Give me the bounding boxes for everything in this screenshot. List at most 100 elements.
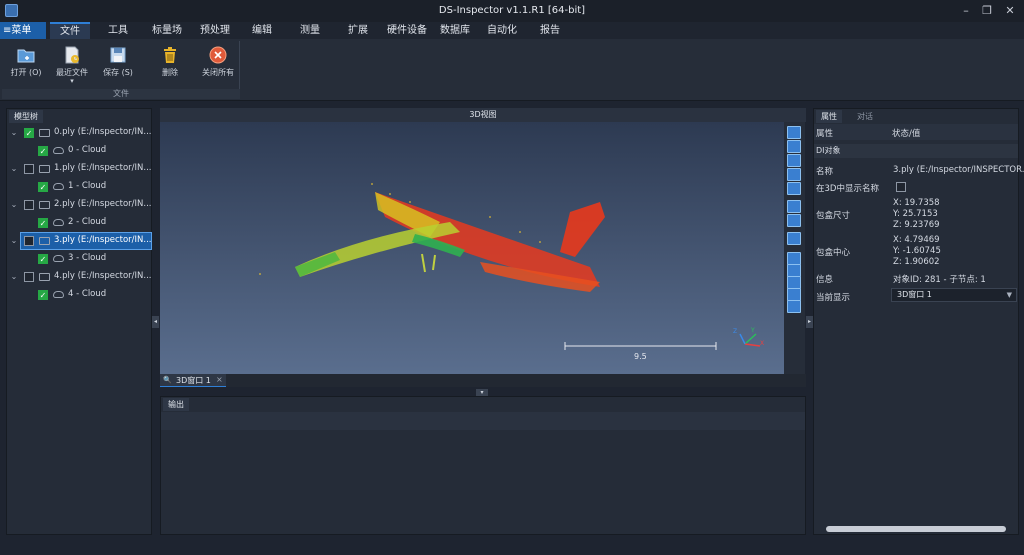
visibility-checkbox[interactable] bbox=[24, 200, 34, 210]
collapse-down-icon[interactable]: ▾ bbox=[476, 389, 488, 396]
visibility-checkbox[interactable]: ✓ bbox=[38, 290, 48, 300]
menu-extensions[interactable]: 扩展 bbox=[342, 22, 374, 39]
tree-item-file-0[interactable]: ⌄ ✓ 0.ply (E:/Inspector/IN... bbox=[7, 124, 157, 141]
trash-icon bbox=[160, 45, 180, 65]
recent-files-button[interactable]: 最近文件 ▾ bbox=[50, 43, 94, 87]
menu-database[interactable]: 数据库 bbox=[436, 22, 474, 39]
tree-item-cloud-4[interactable]: ✓ 4 - Cloud bbox=[7, 286, 157, 303]
column-property: 属性 bbox=[816, 129, 834, 139]
menu-bar: ≡菜单 文件 工具 标量场 预处理 编辑 测量 扩展 硬件设备 数据库 自动化 … bbox=[0, 22, 1024, 39]
tree-item-file-3[interactable]: ⌄ 3.ply (E:/Inspector/IN... bbox=[7, 232, 157, 250]
tree-item-cloud-0[interactable]: ✓ 0 - Cloud bbox=[7, 142, 157, 159]
visibility-checkbox[interactable]: ✓ bbox=[38, 182, 48, 192]
menu-preprocess[interactable]: 预处理 bbox=[194, 22, 236, 39]
chevron-down-icon[interactable]: ⌄ bbox=[9, 160, 19, 177]
menu-file[interactable]: 文件 bbox=[50, 22, 90, 39]
open-button[interactable]: 打开 (O) bbox=[4, 43, 48, 87]
visibility-checkbox[interactable] bbox=[24, 272, 34, 282]
collapse-right-icon[interactable]: ▸ bbox=[806, 316, 813, 328]
column-value: 状态/值 bbox=[892, 129, 921, 139]
recent-file-icon bbox=[62, 45, 82, 65]
mesh-node-icon bbox=[39, 273, 50, 281]
maximize-icon[interactable]: ❐ bbox=[979, 3, 995, 19]
tab-properties[interactable]: 属性 bbox=[816, 110, 842, 123]
tab-output[interactable]: 输出 bbox=[163, 398, 189, 411]
tab-dialog[interactable]: 对话 bbox=[852, 110, 878, 123]
tree-item-file-2[interactable]: ⌄ 2.ply (E:/Inspector/IN... bbox=[7, 196, 157, 213]
visibility-checkbox[interactable]: ✓ bbox=[38, 254, 48, 264]
pick-point-icon[interactable] bbox=[787, 232, 801, 245]
dropdown-arrow-icon: ▼ bbox=[1006, 291, 1012, 299]
show-name-checkbox[interactable] bbox=[896, 182, 906, 192]
tree-item-cloud-3[interactable]: ✓ 3 - Cloud bbox=[7, 250, 157, 267]
scale-label: 9.5 bbox=[634, 352, 647, 361]
zoom-icon[interactable] bbox=[787, 182, 801, 195]
save-button[interactable]: 保存 (S) bbox=[96, 43, 140, 87]
close-icon[interactable]: ✕ bbox=[1002, 3, 1018, 19]
tab-model-tree[interactable]: 模型树 bbox=[9, 110, 43, 123]
close-all-button[interactable]: 关闭所有 bbox=[196, 43, 240, 87]
chevron-down-icon[interactable]: ⌄ bbox=[9, 268, 19, 285]
3d-viewport[interactable]: 9.5 X Y Z bbox=[160, 122, 784, 374]
dropdown-arrow-icon: ▾ bbox=[70, 77, 74, 85]
point-cloud-render bbox=[259, 183, 761, 350]
mesh-node-icon bbox=[39, 237, 50, 245]
cloud-icon bbox=[53, 219, 64, 226]
title-bar: DS-Inspector v1.1.R1 [64-bit] – ❐ ✕ bbox=[0, 0, 1024, 22]
menu-hardware[interactable]: 硬件设备 bbox=[384, 22, 430, 39]
axis-z-label: Z bbox=[733, 328, 738, 335]
menu-automation[interactable]: 自动化 bbox=[482, 22, 522, 39]
visibility-checkbox[interactable] bbox=[24, 164, 34, 174]
main-menu-button[interactable]: ≡菜单 bbox=[0, 22, 46, 39]
ribbon-group-title: 文件 bbox=[2, 89, 240, 99]
folder-open-icon bbox=[16, 45, 36, 65]
visibility-checkbox[interactable] bbox=[24, 236, 34, 246]
chevron-down-icon[interactable]: ⌄ bbox=[9, 124, 19, 141]
view-top-icon[interactable] bbox=[787, 140, 801, 153]
output-header bbox=[161, 412, 805, 430]
menu-scalar-field[interactable]: 标量场 bbox=[146, 22, 188, 39]
axis-x-label: X bbox=[760, 340, 765, 347]
orthographic-icon[interactable] bbox=[787, 214, 801, 227]
mesh-node-icon bbox=[39, 201, 50, 209]
minimize-icon[interactable]: – bbox=[958, 3, 974, 19]
collapse-left-icon[interactable]: ◂ bbox=[152, 316, 159, 328]
cloud-icon bbox=[53, 255, 64, 262]
horizontal-scrollbar[interactable] bbox=[826, 526, 1006, 532]
view3d-title: 3D视图 bbox=[160, 108, 806, 122]
view-toolbar bbox=[784, 122, 805, 374]
delete-button[interactable]: 删除 bbox=[148, 43, 192, 87]
menu-edit[interactable]: 编辑 bbox=[246, 22, 278, 39]
perspective-icon[interactable] bbox=[787, 200, 801, 213]
tree-item-file-4[interactable]: ⌄ 4.ply (E:/Inspector/IN... bbox=[7, 268, 157, 285]
close-circle-icon bbox=[208, 45, 228, 65]
tab-3d-window-1[interactable]: 🔍 3D窗口 1 × bbox=[160, 374, 226, 387]
current-display-select[interactable]: 3D窗口 1 ▼ bbox=[891, 288, 1017, 302]
model-tree-panel: 模型树 ⌄ ✓ 0.ply (E:/Inspector/IN... ✓ 0 - … bbox=[6, 108, 152, 535]
close-tab-icon[interactable]: × bbox=[216, 375, 223, 384]
view-left-icon[interactable] bbox=[787, 168, 801, 181]
view-front-icon[interactable] bbox=[787, 154, 801, 167]
cloud-icon bbox=[53, 291, 64, 298]
visibility-checkbox[interactable]: ✓ bbox=[38, 146, 48, 156]
view-cube-5-icon[interactable] bbox=[787, 300, 801, 313]
chevron-down-icon[interactable]: ⌄ bbox=[9, 232, 19, 249]
ribbon-group-file: 打开 (O) 最近文件 ▾ 保存 (S) 删除 关闭所有 文件 bbox=[2, 41, 240, 99]
tree-item-cloud-1[interactable]: ✓ 1 - Cloud bbox=[7, 178, 157, 195]
view-tab-bar: 🔍 3D窗口 1 × bbox=[160, 374, 806, 387]
axis-y-label: Y bbox=[751, 327, 755, 334]
menu-measure[interactable]: 测量 bbox=[294, 22, 326, 39]
output-panel: 输出 bbox=[160, 396, 806, 535]
mesh-node-icon bbox=[39, 129, 50, 137]
tree-item-file-1[interactable]: ⌄ 1.ply (E:/Inspector/IN... bbox=[7, 160, 157, 177]
fullscreen-icon[interactable] bbox=[787, 126, 801, 139]
tree-item-cloud-2[interactable]: ✓ 2 - Cloud bbox=[7, 214, 157, 231]
visibility-checkbox[interactable]: ✓ bbox=[24, 128, 34, 138]
cloud-icon bbox=[53, 147, 64, 154]
magnifier-icon: 🔍 bbox=[163, 376, 172, 384]
properties-header: 属性 状态/值 bbox=[814, 124, 1018, 140]
menu-tools[interactable]: 工具 bbox=[100, 22, 136, 39]
visibility-checkbox[interactable]: ✓ bbox=[38, 218, 48, 228]
menu-report[interactable]: 报告 bbox=[534, 22, 566, 39]
chevron-down-icon[interactable]: ⌄ bbox=[9, 196, 19, 213]
